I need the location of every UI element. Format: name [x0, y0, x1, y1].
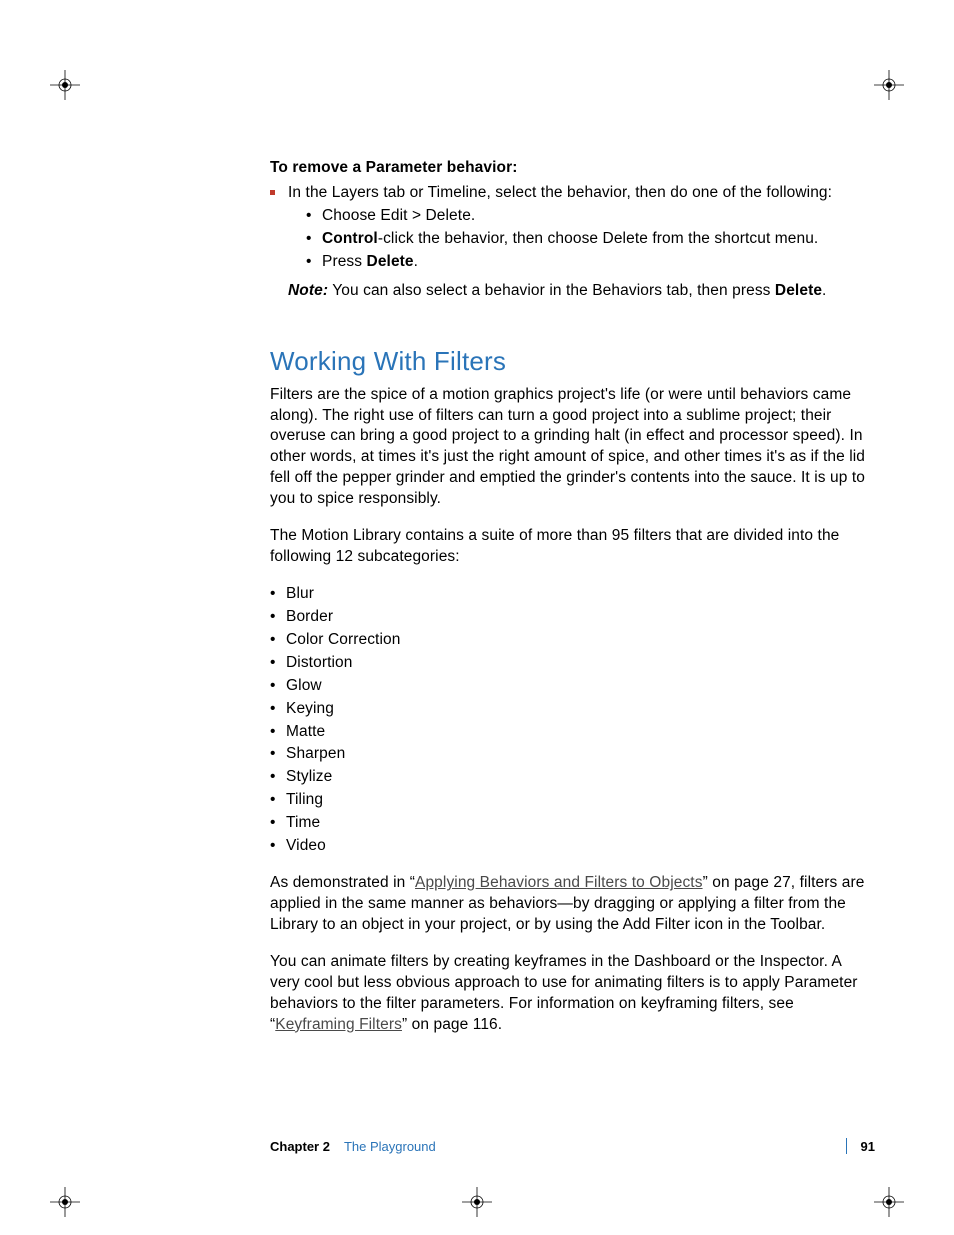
category-item: Stylize [270, 767, 870, 788]
category-item: Video [270, 836, 870, 857]
key-name: Delete [775, 282, 822, 299]
note-text: You can also select a behavior in the Be… [328, 282, 775, 299]
registration-mark-icon [874, 70, 904, 100]
category-item: Matte [270, 722, 870, 743]
step-text: In the Layers tab or Timeline, select th… [288, 184, 832, 201]
registration-mark-icon [50, 70, 80, 100]
registration-mark-icon [874, 1187, 904, 1217]
page-footer: Chapter 2 The Playground 91 [270, 1138, 875, 1154]
key-name: Delete [367, 253, 414, 270]
para-text: ” on page 116. [402, 1016, 502, 1033]
sub-step-text: Press [322, 253, 367, 270]
sub-step: Control-click the behavior, then choose … [306, 229, 870, 250]
cross-reference-link[interactable]: Applying Behaviors and Filters to Object… [415, 874, 703, 891]
category-item: Time [270, 813, 870, 834]
section-heading: Working With Filters [270, 344, 870, 379]
sub-step-text: -click the behavior, then choose Delete … [378, 230, 819, 247]
body-paragraph: Filters are the spice of a motion graphi… [270, 385, 870, 511]
para-text: As demonstrated in “ [270, 874, 415, 891]
chapter-label: Chapter 2 [270, 1139, 330, 1154]
footer-separator [846, 1138, 847, 1154]
note: Note: You can also select a behavior in … [288, 281, 870, 302]
sub-step-list: Choose Edit > Delete. Control-click the … [306, 206, 870, 273]
sub-step: Press Delete. [306, 252, 870, 273]
category-item: Tiling [270, 790, 870, 811]
category-item: Sharpen [270, 744, 870, 765]
procedure-step: In the Layers tab or Timeline, select th… [270, 183, 870, 302]
sub-step-text: . [414, 253, 418, 270]
category-list: BlurBorderColor CorrectionDistortionGlow… [270, 584, 870, 857]
category-item: Glow [270, 676, 870, 697]
page-number: 91 [861, 1139, 875, 1154]
category-item: Distortion [270, 653, 870, 674]
category-item: Keying [270, 699, 870, 720]
body-paragraph: As demonstrated in “Applying Behaviors a… [270, 873, 870, 936]
chapter-title: The Playground [344, 1139, 436, 1154]
note-label: Note: [288, 282, 328, 299]
procedure-heading: To remove a Parameter behavior: [270, 158, 870, 179]
category-item: Border [270, 607, 870, 628]
category-item: Blur [270, 584, 870, 605]
category-item: Color Correction [270, 630, 870, 651]
cross-reference-link[interactable]: Keyframing Filters [275, 1016, 402, 1033]
sub-step: Choose Edit > Delete. [306, 206, 870, 227]
note-text: . [822, 282, 826, 299]
body-paragraph: You can animate filters by creating keyf… [270, 952, 870, 1036]
registration-mark-icon [50, 1187, 80, 1217]
page-content: To remove a Parameter behavior: In the L… [270, 158, 870, 1052]
body-paragraph: The Motion Library contains a suite of m… [270, 526, 870, 568]
key-name: Control [322, 230, 378, 247]
registration-mark-icon [462, 1187, 492, 1217]
